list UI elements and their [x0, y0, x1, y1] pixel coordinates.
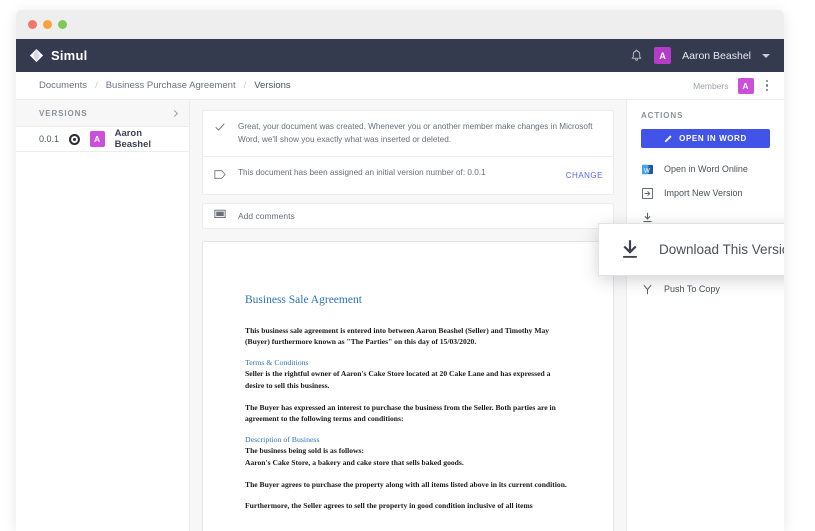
document-paragraph: Aaron's Cake Store, a bakery and cake st… — [245, 457, 464, 467]
avatar[interactable]: A — [654, 47, 672, 64]
comment-icon — [214, 206, 227, 225]
download-this-version-label: Download This Version — [659, 242, 784, 257]
brand-name: Simul — [51, 48, 88, 63]
breadcrumb-item-versions[interactable]: Versions — [254, 80, 290, 91]
members-label: Members — [693, 80, 729, 91]
notice-version-text: This document has been assigned an initi… — [238, 167, 486, 177]
change-version-link[interactable]: CHANGE — [566, 171, 603, 180]
action-push-to-copy[interactable]: Push To Copy — [627, 277, 784, 301]
breadcrumb-item-documents[interactable]: Documents — [39, 80, 87, 91]
center-panel: Great, your document was created. Whenev… — [190, 100, 626, 531]
breadcrumb-separator: / — [95, 80, 98, 91]
window-close-button[interactable] — [28, 20, 37, 29]
version-dot-icon — [69, 133, 80, 145]
download-icon — [623, 239, 637, 258]
import-icon — [641, 187, 654, 199]
versions-title: VERSIONS — [39, 108, 88, 118]
document-title: Business Sale Agreement — [245, 293, 362, 306]
breadcrumb-item-agreement[interactable]: Business Purchase Agreement — [106, 80, 236, 91]
svg-text:W: W — [644, 167, 651, 174]
more-vertical-icon[interactable] — [763, 78, 772, 94]
user-name: Aaron Beashel — [682, 49, 751, 62]
document-paragraph: The Buyer agrees to purchase the propert… — [245, 479, 567, 489]
notice-version-number: This document has been assigned an initi… — [203, 155, 613, 194]
add-comments-label: Add comments — [238, 210, 295, 221]
notice-created: Great, your document was created. Whenev… — [203, 111, 613, 156]
document-paragraph: Furthermore, the Seller agrees to sell t… — [245, 501, 533, 511]
version-list-item[interactable]: 0.0.1 A Aaron Beashel — [16, 127, 189, 152]
actions-panel: ACTIONS OPEN IN WORD W Open in Word Onli… — [626, 100, 784, 531]
breadcrumb-right-group: Members A — [693, 77, 772, 94]
top-navigation-bar: Simul A Aaron Beashel — [16, 39, 784, 72]
versions-header: VERSIONS — [16, 100, 189, 127]
document-heading: Description of Business — [245, 435, 320, 445]
document-heading: Terms & Conditions — [245, 358, 309, 368]
bell-icon[interactable] — [630, 49, 643, 63]
action-open-in-word-online[interactable]: W Open in Word Online — [627, 157, 784, 181]
actions-title: ACTIONS — [641, 111, 684, 120]
download-icon — [641, 212, 654, 223]
window-maximize-button[interactable] — [58, 20, 67, 29]
version-author-avatar: A — [89, 131, 105, 147]
document-paragraph: Seller is the rightful owner of Aaron's … — [245, 369, 551, 390]
check-icon — [214, 120, 227, 133]
version-author-name: Aaron Beashel — [114, 128, 152, 150]
notice-card: Great, your document was created. Whenev… — [202, 110, 614, 195]
diamond-gem-icon — [29, 48, 44, 63]
breadcrumb-separator: / — [243, 80, 247, 91]
window-minimize-button[interactable] — [43, 20, 52, 29]
breadcrumb: Documents / Business Purchase Agreement … — [16, 72, 784, 100]
action-label: Import New Version — [664, 188, 743, 198]
document-paragraph: The business being sold is as follows: — [245, 446, 365, 456]
chevron-right-icon[interactable] — [170, 109, 179, 117]
action-import-new-version[interactable]: Import New Version — [627, 181, 784, 205]
action-label: Push To Copy — [664, 284, 720, 294]
open-in-word-label: OPEN IN WORD — [679, 134, 747, 143]
document-paragraph: The Buyer has expressed an interest to p… — [245, 402, 556, 424]
window-titlebar — [16, 10, 784, 39]
brand-logo[interactable]: Simul — [29, 48, 87, 63]
chevron-down-icon[interactable] — [762, 53, 770, 58]
add-comments-bar[interactable]: Add comments — [202, 202, 614, 229]
download-this-version-overlay[interactable]: Download This Version — [598, 223, 784, 276]
word-online-icon: W — [641, 164, 654, 175]
version-number: 0.0.1 — [39, 134, 60, 144]
member-avatar[interactable]: A — [737, 77, 754, 94]
app-window: Simul A Aaron Beashel Documents / Busine… — [16, 10, 784, 531]
document-paragraph: This business sale agreement is entered … — [245, 325, 550, 347]
notice-created-text: Great, your document was created. Whenev… — [238, 122, 593, 145]
action-label: Open in Word Online — [664, 164, 748, 174]
tag-icon — [214, 166, 227, 185]
branch-icon — [641, 284, 654, 295]
pencil-icon — [664, 135, 672, 143]
open-in-word-button[interactable]: OPEN IN WORD — [641, 129, 770, 148]
main-content: VERSIONS 0.0.1 A Aaron Beashel Great, yo… — [16, 100, 784, 531]
document-preview[interactable]: Business Sale Agreement This business sa… — [202, 240, 614, 531]
versions-sidebar: VERSIONS 0.0.1 A Aaron Beashel — [16, 100, 190, 531]
topnav-right-group: A Aaron Beashel — [630, 47, 770, 64]
